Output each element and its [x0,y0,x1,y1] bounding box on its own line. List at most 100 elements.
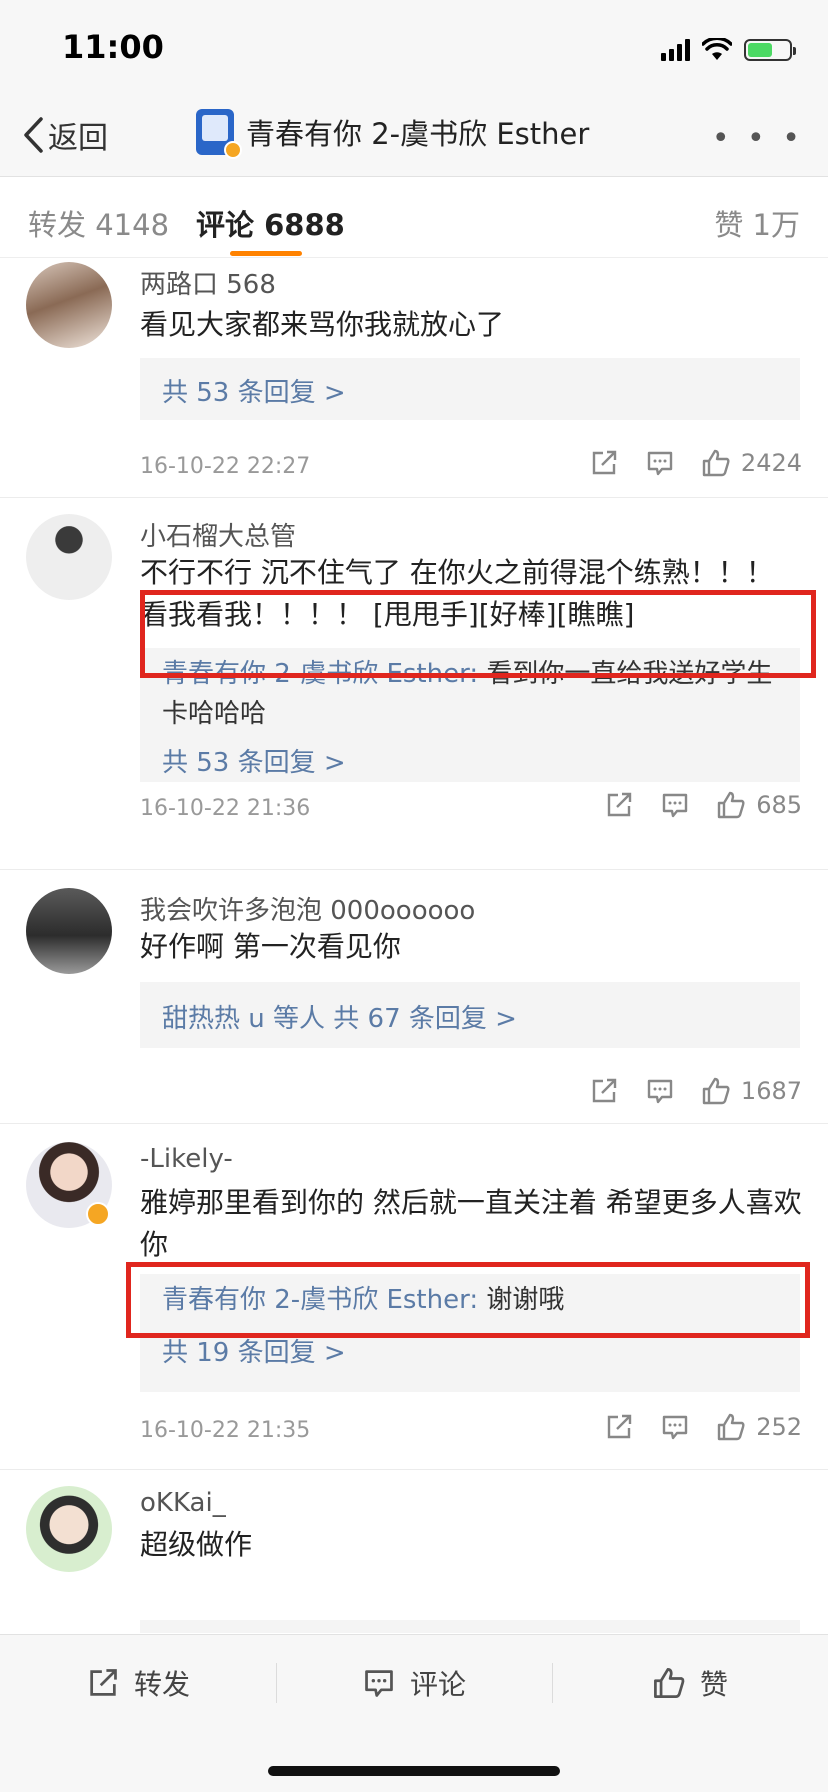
comment-username[interactable]: 两路口 568 [140,264,276,301]
comment-item: 小石榴大总管 不行不行 沉不住气了 在你火之前得混个练熟！！！ 看我看我！！！！… [0,498,828,870]
comment-text: 雅婷那里看到你的 然后就一直关注着 希望更多人喜欢你 [140,1186,802,1261]
like-button[interactable]: 252 [716,1412,802,1442]
page-title: 青春有你 2-虞书欣 Esther [246,117,590,151]
like-button[interactable]: 2424 [701,448,802,478]
thumbs-up-icon [702,449,730,477]
thumbs-up-icon [717,1413,745,1441]
comment-timestamp: 16-10-22 21:35 [140,1418,311,1443]
bottom-comment-button[interactable]: 评论 [362,1663,466,1703]
comment-text: 超级做作 [140,1528,253,1561]
repost-button[interactable] [604,1412,634,1442]
tab-repost[interactable]: 转发 4148 [28,202,169,244]
bottom-comment-label: 评论 [410,1668,467,1701]
like-count: 1687 [740,1077,802,1105]
tab-bar: 转发 4148 评论 6888 赞 1万 [0,178,828,258]
avatar[interactable] [26,1486,112,1572]
tab-repost-label: 转发 [28,208,87,242]
bottom-repost-button[interactable]: 转发 [86,1663,190,1703]
home-indicator[interactable] [268,1766,560,1776]
repost-button[interactable] [604,790,634,820]
reply-button[interactable] [660,790,690,820]
avatar[interactable] [26,514,112,600]
reply-button[interactable] [645,1076,675,1106]
reply-button[interactable] [660,1412,690,1442]
verified-badge-icon [224,141,242,159]
comment-icon [662,1415,688,1440]
comment-icon [662,793,688,818]
comment-actions: 252 [604,1412,802,1442]
reply-count-link[interactable]: 共 53 条回复 > [162,742,346,779]
chevron-left-icon [24,117,43,153]
reply-box[interactable]: 甜热热 u 等人 共 67 条回复 > [140,982,800,1048]
share-icon [592,1078,617,1103]
like-button[interactable]: 1687 [701,1076,802,1106]
comment-timestamp: 16-10-22 22:27 [140,454,311,479]
nav-bar: 返回 青春有你 2-虞书欣 Esther • • • [0,95,828,177]
repost-button[interactable] [589,1076,619,1106]
comment-username[interactable]: 我会吹许多泡泡 000oooooo [140,890,475,927]
comment-item: oKKai_ 超级做作 [0,1470,828,1633]
back-label: 返回 [48,121,108,156]
bottom-repost-label: 转发 [134,1668,191,1701]
more-options-icon[interactable]: • • • [712,121,804,156]
share-icon [592,450,617,475]
author-avatar [196,109,242,159]
avatar[interactable] [26,1142,112,1228]
bottom-like-button[interactable]: 赞 [652,1663,728,1703]
reply-button[interactable] [645,448,675,478]
comment-list: 两路口 568 看见大家都来骂你我就放心了 共 53 条回复 > 16-10-2… [0,258,828,1633]
reply-box[interactable]: 共 53 条回复 > [140,358,800,420]
thumbs-up-icon [654,1668,685,1698]
comment-icon [365,1670,393,1697]
highlight-box [126,1262,810,1338]
like-count: 2424 [740,449,802,477]
battery-icon [744,39,796,61]
reply-count-link[interactable]: 共 53 条回复 > [162,372,346,409]
thumbs-up-icon [702,1077,730,1105]
bottom-like-label: 赞 [700,1668,729,1701]
avatar[interactable] [26,888,112,974]
avatar[interactable] [26,262,112,348]
wifi-icon [702,38,732,60]
comment-username[interactable]: -Likely- [140,1144,233,1174]
status-icons [661,36,796,64]
tab-comments[interactable]: 评论 6888 [196,202,345,244]
tab-likes-label: 赞 [714,208,744,242]
like-count: 685 [756,791,802,819]
comment-username[interactable]: 小石榴大总管 [140,516,296,553]
comment-text: 看见大家都来骂你我就放心了 [140,308,505,341]
divider [552,1663,553,1703]
nav-title-group[interactable]: 青春有你 2-虞书欣 Esther [196,109,590,159]
comment-item: -Likely- 雅婷那里看到你的 然后就一直关注着 希望更多人喜欢你 青春有你… [0,1124,828,1470]
cellular-signal-icon [661,39,690,61]
comment-timestamp: 16-10-22 21:36 [140,796,311,821]
tab-likes[interactable]: 赞 1万 [714,202,800,244]
highlight-box [140,590,816,678]
tab-comments-label: 评论 [196,208,255,242]
back-button[interactable]: 返回 [22,113,108,157]
active-tab-indicator [230,251,302,256]
like-count: 252 [756,1413,802,1441]
comment-username[interactable]: oKKai_ [140,1488,226,1518]
reply-count-link[interactable]: 甜热热 u 等人 共 67 条回复 > [162,998,517,1035]
reply-box[interactable] [140,1620,800,1633]
repost-button[interactable] [589,448,619,478]
tab-repost-count: 4148 [95,208,170,242]
comment-actions: 1687 [589,1076,802,1106]
comment-item: 两路口 568 看见大家都来骂你我就放心了 共 53 条回复 > 16-10-2… [0,258,828,498]
comment-icon [647,1079,673,1104]
comment-actions: 2424 [589,448,802,478]
comment-actions: 685 [604,790,802,820]
tab-likes-count: 1万 [752,208,800,242]
divider [276,1663,277,1703]
share-icon [607,1414,632,1439]
share-icon [607,792,632,817]
verified-badge-icon [86,1202,110,1226]
status-time: 11:00 [62,28,164,66]
share-icon [90,1669,117,1696]
status-bar: 11:00 [0,0,828,95]
tab-comments-count: 6888 [264,208,345,242]
comment-item: 我会吹许多泡泡 000oooooo 好作啊 第一次看见你 甜热热 u 等人 共 … [0,870,828,1124]
comment-icon [647,451,673,476]
like-button[interactable]: 685 [716,790,802,820]
